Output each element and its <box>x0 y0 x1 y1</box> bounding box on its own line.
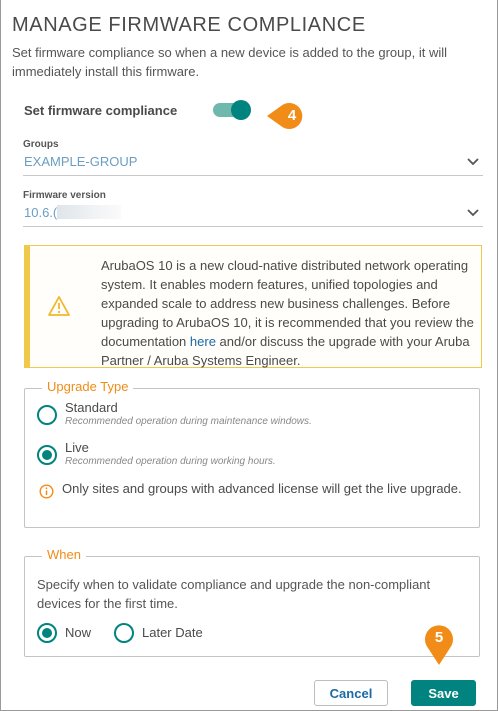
radio-later-date-label: Later Date <box>142 625 203 640</box>
chevron-down-icon <box>467 158 479 166</box>
upgrade-type-group: Upgrade Type Standard Recommended operat… <box>24 379 480 528</box>
toggle-knob <box>231 100 251 120</box>
radio-live-desc: Recommended operation during working hou… <box>65 456 276 467</box>
groups-select-value: EXAMPLE-GROUP <box>24 154 138 169</box>
save-button[interactable]: Save <box>411 680 476 706</box>
chevron-down-icon <box>467 209 479 217</box>
page-title: MANAGE FIRMWARE COMPLIANCE <box>12 14 366 36</box>
radio-standard-desc: Recommended operation during maintenance… <box>65 416 312 427</box>
groups-label: Groups <box>23 139 59 150</box>
step-5-callout: 5 <box>423 624 455 666</box>
radio-later-date-circle[interactable] <box>114 623 134 643</box>
step-5-number: 5 <box>434 629 444 646</box>
firmware-version-select[interactable]: 10.6.( <box>23 203 483 227</box>
step-4-callout: 4 <box>267 101 307 131</box>
radio-live-circle[interactable] <box>37 445 57 465</box>
when-description: Specify when to validate compliance and … <box>37 577 431 611</box>
groups-select[interactable]: EXAMPLE-GROUP <box>23 152 483 176</box>
info-icon <box>39 484 54 499</box>
alert-message: ArubaOS 10 is a new cloud-native distrib… <box>101 258 474 368</box>
radio-standard-label: Standard <box>65 400 118 415</box>
documentation-link[interactable]: here <box>190 334 216 349</box>
when-group: When Specify when to validate compliance… <box>24 547 480 657</box>
live-upgrade-info: Only sites and groups with advanced lice… <box>62 481 462 496</box>
firmware-version-label: Firmware version <box>23 190 106 201</box>
redacted-version <box>57 205 122 219</box>
upgrade-type-legend: Upgrade Type <box>42 379 134 394</box>
radio-standard-circle[interactable] <box>37 405 57 425</box>
firmware-version-value: 10.6.( <box>24 205 58 220</box>
radio-live-label: Live <box>65 440 89 455</box>
step-4-number: 4 <box>287 107 297 124</box>
firmware-compliance-toggle[interactable] <box>213 100 251 120</box>
radio-now-label: Now <box>65 625 92 640</box>
aos10-warning-alert: ArubaOS 10 is a new cloud-native distrib… <box>24 245 482 368</box>
firmware-compliance-toggle-label: Set firmware compliance <box>24 103 178 118</box>
dialog: MANAGE FIRMWARE COMPLIANCE Set firmware … <box>0 0 498 711</box>
when-legend: When <box>42 547 86 562</box>
warning-icon <box>48 296 70 316</box>
page-subtitle: Set firmware compliance so when a new de… <box>12 45 447 79</box>
cancel-button[interactable]: Cancel <box>314 680 388 706</box>
radio-now-circle[interactable] <box>37 623 57 643</box>
